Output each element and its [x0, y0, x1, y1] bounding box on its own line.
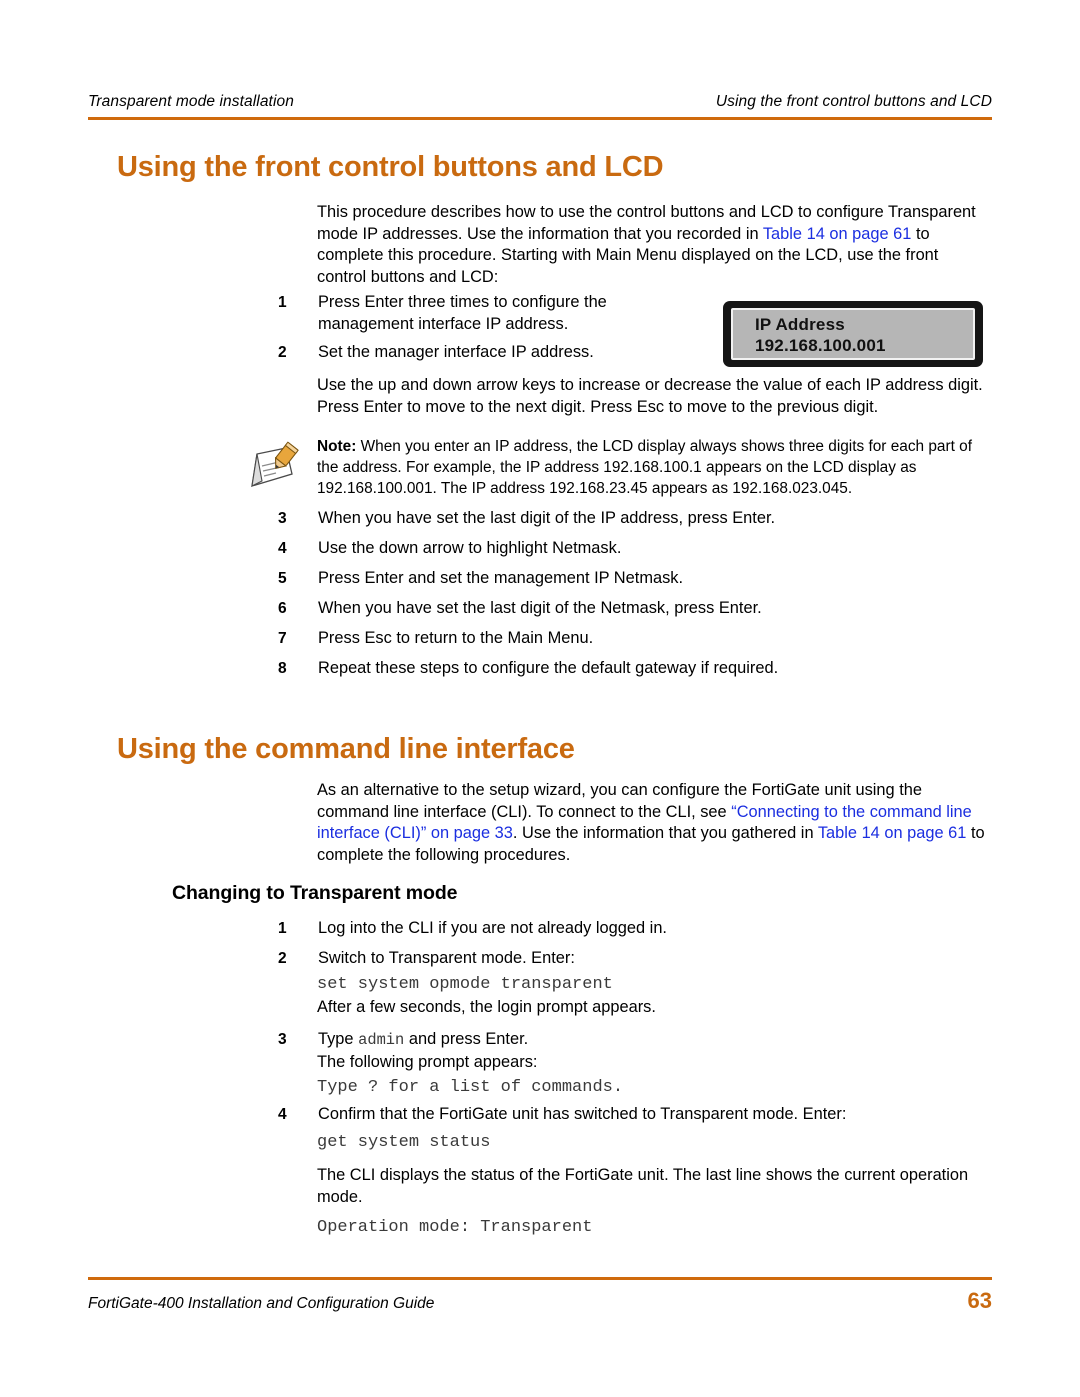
code-set-system-opmode: set system opmode transparent: [317, 975, 613, 994]
step-number: 2: [278, 344, 287, 361]
step-text: Repeat these steps to configure the defa…: [318, 659, 779, 677]
list-item: 7 Press Esc to return to the Main Menu.: [278, 628, 992, 650]
subsection-heading-changing-to-transparent-mode: Changing to Transparent mode: [172, 882, 458, 904]
note-pencil-icon: [246, 440, 304, 492]
running-header-right: Using the front control buttons and LCD: [715, 93, 992, 110]
step-text: Press Esc to return to the Main Menu.: [318, 629, 594, 647]
list-item: 1 Log into the CLI if you are not alread…: [278, 918, 992, 940]
step-text: Type admin and press Enter.: [318, 1029, 992, 1052]
step3-text-a: Type: [318, 1030, 359, 1048]
step-number: 1: [278, 294, 287, 311]
step-number: 4: [278, 540, 287, 557]
step-number: 1: [278, 920, 287, 937]
list-item: 2 Set the manager interface IP address.: [278, 342, 678, 364]
note-text: When you enter an IP address, the LCD di…: [317, 438, 972, 497]
after-code-paragraph: After a few seconds, the login prompt ap…: [317, 998, 656, 1016]
footer-guide-title: FortiGate-400 Installation and Configura…: [88, 1295, 435, 1312]
note-callout: Note: When you enter an IP address, the …: [317, 436, 992, 499]
step-number: 8: [278, 660, 287, 677]
step-text: Switch to Transparent mode. Enter:: [318, 949, 575, 967]
step-number: 6: [278, 600, 287, 617]
step-text: Press Enter and set the management IP Ne…: [318, 569, 684, 587]
list-item: 1 Press Enter three times to configure t…: [278, 292, 678, 335]
list-item: 3 Type admin and press Enter.: [278, 1029, 992, 1052]
step-text: Log into the CLI if you are not already …: [318, 919, 667, 937]
lcd-arrow-keys-paragraph: Use the up and down arrow keys to increa…: [317, 376, 983, 416]
list-item: 8 Repeat these steps to configure the de…: [278, 658, 992, 680]
section-heading-lcd: Using the front control buttons and LCD: [117, 151, 664, 183]
footer-rule: [88, 1277, 992, 1280]
section-heading-cli: Using the command line interface: [117, 733, 575, 765]
step-number: 4: [278, 1106, 287, 1123]
step-text: Use the down arrow to highlight Netmask.: [318, 539, 622, 557]
cli-status-paragraph: The CLI displays the status of the Forti…: [317, 1166, 969, 1206]
list-item: 4 Confirm that the FortiGate unit has sw…: [278, 1104, 992, 1126]
running-header-left: Transparent mode installation: [88, 93, 294, 110]
lcd-line-label: IP Address: [755, 315, 845, 334]
running-header: Transparent mode installation Using the …: [88, 93, 992, 111]
step-number: 3: [278, 1031, 287, 1048]
lcd-display-illustration: IP Address 192.168.100.001: [723, 301, 983, 367]
step3-text-b: and press Enter.: [404, 1030, 529, 1048]
lcd-line-value: 192.168.100.001: [755, 336, 886, 355]
code-operation-mode: Operation mode: Transparent: [317, 1218, 593, 1237]
list-item: 4 Use the down arrow to highlight Netmas…: [278, 538, 992, 560]
step-number: 7: [278, 630, 287, 647]
inline-code-admin: admin: [358, 1031, 405, 1049]
lcd-screen: IP Address 192.168.100.001: [733, 310, 973, 358]
page-footer: FortiGate-400 Installation and Configura…: [88, 1288, 992, 1314]
list-item: 2 Switch to Transparent mode. Enter:: [278, 948, 992, 970]
step-number: 3: [278, 510, 287, 527]
header-rule: [88, 117, 992, 120]
document-page: Transparent mode installation Using the …: [0, 0, 1080, 1397]
link-table-14-page-61[interactable]: Table 14 on page 61: [763, 225, 912, 243]
step-number: 2: [278, 950, 287, 967]
cli-intro-paragraph: As an alternative to the setup wizard, y…: [317, 780, 992, 866]
list-item: 6 When you have set the last digit of th…: [278, 598, 992, 620]
page-number: 63: [967, 1288, 992, 1313]
code-type-question-mark: Type ? for a list of commands.: [317, 1078, 624, 1097]
link-table-14-page-61-b[interactable]: Table 14 on page 61: [818, 824, 967, 842]
prompt-appears-paragraph: The following prompt appears:: [317, 1053, 538, 1071]
cli-intro-text-2: . Use the information that you gathered …: [512, 824, 818, 842]
step-number: 5: [278, 570, 287, 587]
step-text: When you have set the last digit of the …: [318, 509, 776, 527]
list-item: 3 When you have set the last digit of th…: [278, 508, 992, 530]
lcd-intro-paragraph: This procedure describes how to use the …: [317, 202, 992, 288]
note-label: Note:: [317, 438, 357, 455]
step-text: Set the manager interface IP address.: [318, 343, 594, 361]
step-text: Confirm that the FortiGate unit has swit…: [318, 1105, 847, 1123]
list-item: 5 Press Enter and set the management IP …: [278, 568, 992, 590]
code-get-system-status: get system status: [317, 1133, 491, 1152]
lcd-bezel: IP Address 192.168.100.001: [731, 308, 975, 360]
step-text: When you have set the last digit of the …: [318, 599, 762, 617]
step-text: Press Enter three times to configure the…: [318, 293, 607, 333]
